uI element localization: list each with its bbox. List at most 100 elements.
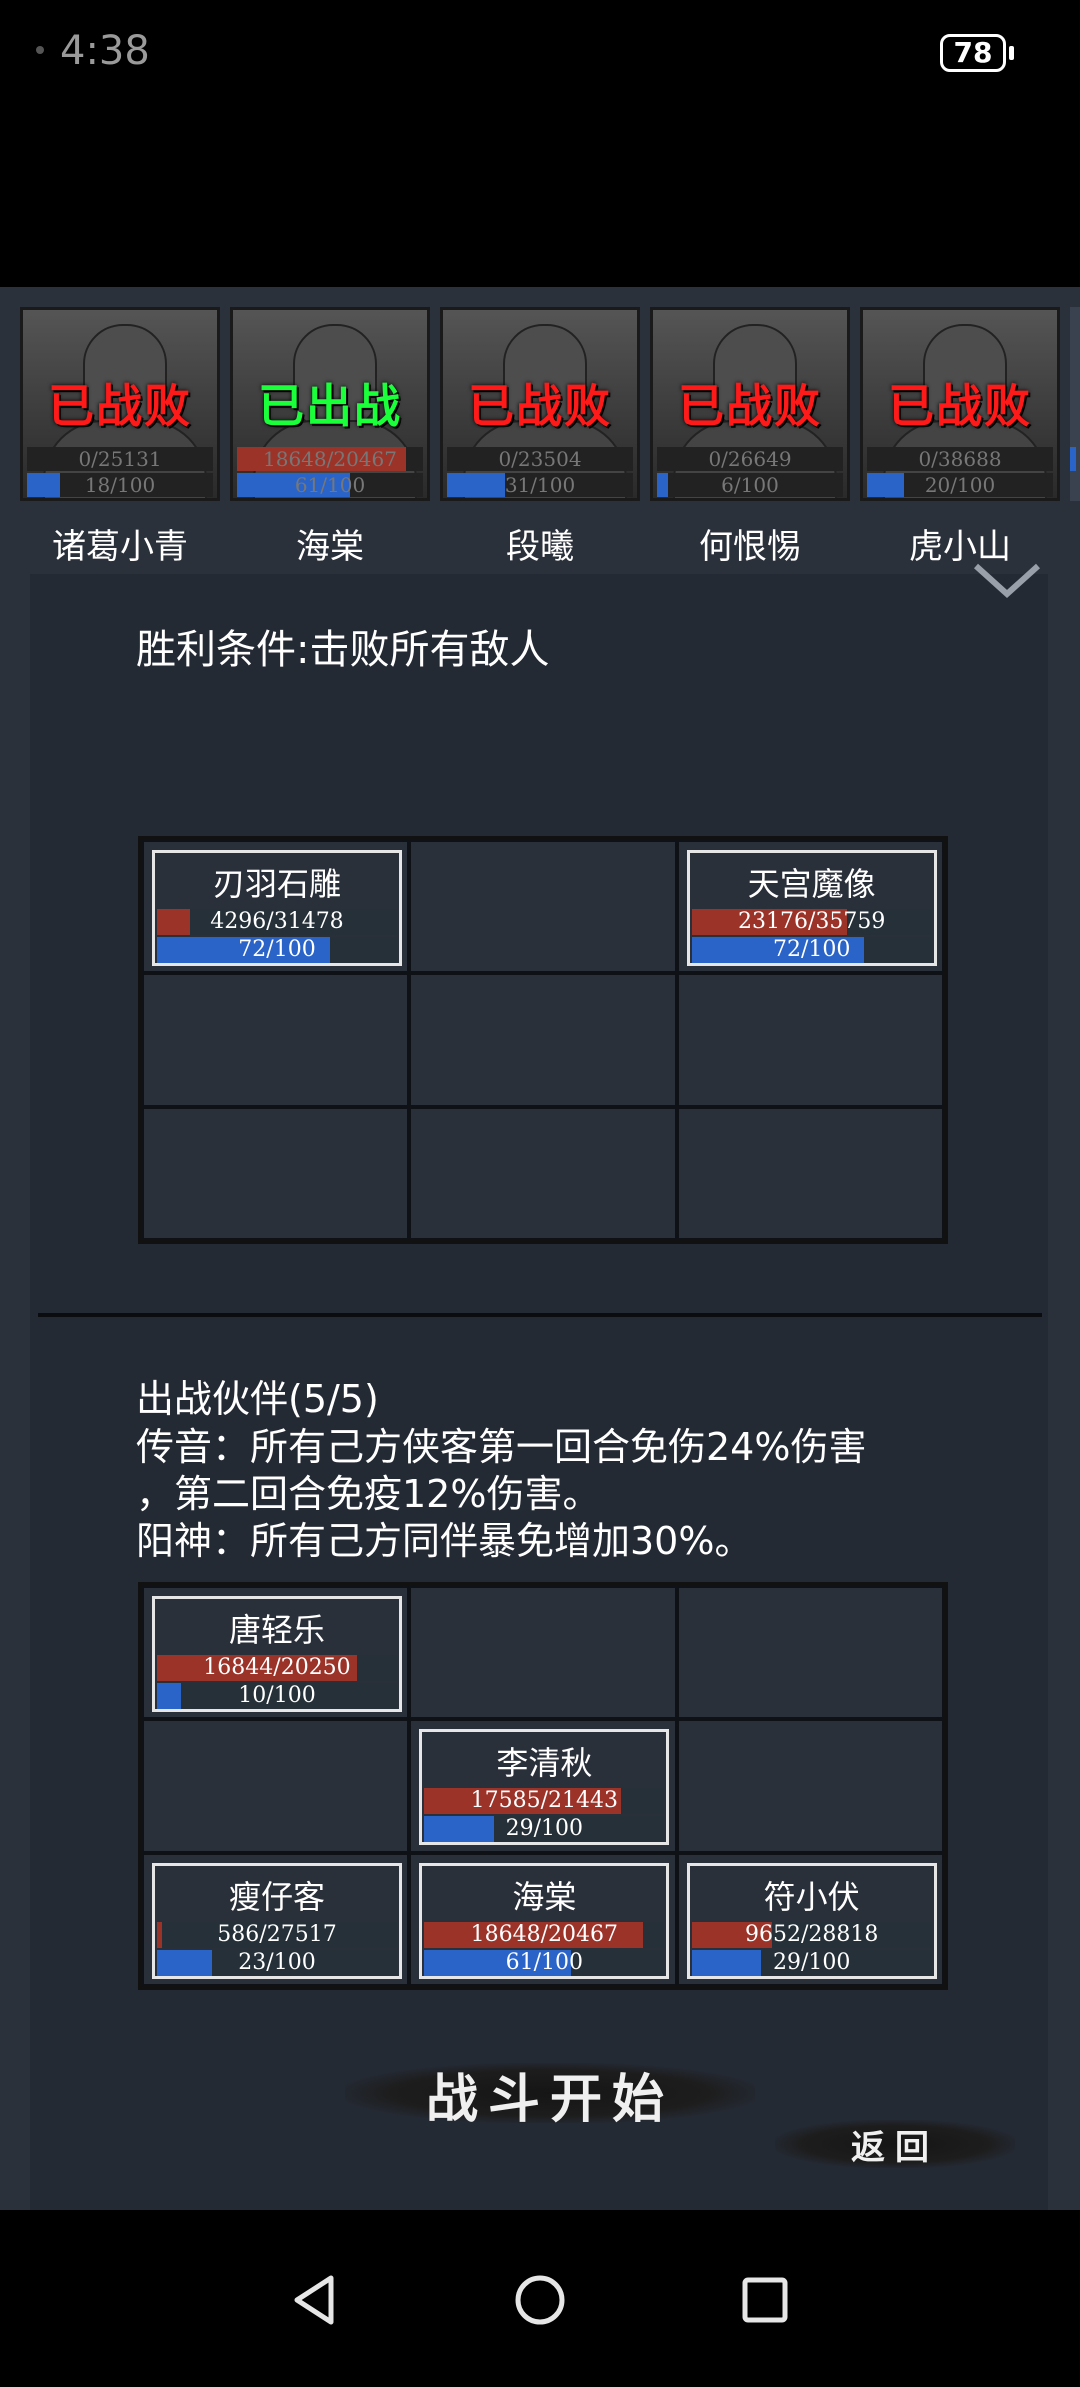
mp-label: 23/100 [238,1949,316,1975]
unit-mp-bar: 23/100 [157,1949,397,1976]
navigation-bar [0,2210,1080,2387]
buff-description: 传音：所有己方侠客第一回合免伤24%伤害 ，第二回合免疫12%伤害。 阳神：所有… [136,1424,1016,1565]
hp-label: 0/25131 [78,447,162,471]
enemy-slot[interactable] [409,1106,677,1240]
hero-portrait[interactable]: 已出战 18648/20467 61/100 [230,307,430,501]
hp-label: 4296/31478 [210,909,344,934]
hero-status: 已战败 [468,379,612,433]
ally-card[interactable]: 瘦仔客 586/27517 23/100 [152,1862,402,1979]
unit-mp-bar: 72/100 [691,937,932,963]
enemy-slot[interactable]: 天宫魔像 23176/35759 72/100 [676,840,944,974]
unit-name: 唐轻乐 [228,1611,325,1649]
hero-mp-bar: 20/100 [867,473,1053,497]
start-battle-button[interactable]: 战斗开始 [345,2051,755,2135]
hero-portrait[interactable]: 已战败 0/23504 31/100 [440,307,640,501]
back-label: 返回 [851,2128,939,2168]
status-bar: 4:38 78 [0,0,1080,110]
mp-label: 72/100 [772,937,851,962]
enemy-slot[interactable]: 刃羽石雕 4296/31478 72/100 [142,840,410,974]
hp-label: 18648/20467 [470,1921,619,1947]
roster-scroll-thumb[interactable] [1070,447,1076,471]
hero-portrait[interactable]: 已战败 0/25131 18/100 [20,307,220,501]
chevron-down-icon[interactable] [972,560,1042,600]
allies-title: 出战伙伴(5/5) [136,1377,379,1421]
hp-label: 586/27517 [217,1921,337,1947]
enemy-slot[interactable] [676,1106,944,1240]
ally-card[interactable]: 唐轻乐 16844/20250 10/100 [152,1596,402,1712]
ally-slot[interactable]: 海棠 18648/20467 61/100 [409,1852,677,1986]
enemy-slot[interactable] [142,1106,410,1240]
unit-mp-bar: 29/100 [691,1949,932,1976]
start-battle-label: 战斗开始 [425,2069,674,2130]
ally-slot[interactable] [676,1586,944,1720]
hero-mp-bar: 61/100 [237,473,423,497]
hp-label: 0/26649 [708,447,792,471]
ally-slot[interactable]: 唐轻乐 16844/20250 10/100 [142,1586,410,1720]
hero-status: 已战败 [48,379,192,433]
hp-label: 0/23504 [498,447,582,471]
enemy-card[interactable]: 天宫魔像 23176/35759 72/100 [686,850,937,966]
mp-label: 10/100 [238,1683,316,1708]
roster-hero[interactable]: 已战败 0/23504 31/100 段曦 [440,307,640,567]
hp-label: 0/38688 [918,447,1002,471]
hero-hp-bar: 0/26649 [657,447,843,471]
hero-mp-bar: 6/100 [657,473,843,497]
ally-slot[interactable] [409,1586,677,1720]
roster-hero[interactable]: 已战败 0/38688 20/100 虎小山 [860,307,1060,567]
hp-label: 23176/35759 [737,909,886,934]
hero-status: 已战败 [888,379,1032,433]
enemy-slot[interactable] [409,840,677,974]
unit-hp-bar: 23176/35759 [691,909,932,935]
unit-name: 符小伏 [763,1877,860,1916]
unit-name: 瘦仔客 [228,1877,325,1916]
ally-slot[interactable]: 李清秋 17585/21443 29/100 [409,1719,677,1853]
hero-mp-bar: 31/100 [447,473,633,497]
unit-name: 刃羽石雕 [212,865,341,903]
enemy-formation-grid: 刃羽石雕 4296/31478 72/100 天宫魔像 23176/35759 [138,836,948,1244]
ally-slot[interactable] [676,1719,944,1853]
buff-line: ，第二回合免疫12%伤害。 [136,1472,601,1516]
unit-hp-bar: 16844/20250 [157,1655,397,1681]
ally-card[interactable]: 符小伏 9652/28818 29/100 [686,1862,937,1979]
hero-roster: 已战败 0/25131 18/100 诸葛小青 已出战 18648/20467 … [0,287,1080,567]
unit-name: 天宫魔像 [747,865,876,903]
unit-hp-bar: 17585/21443 [424,1788,665,1815]
roster-hero[interactable]: 已出战 18648/20467 61/100 海棠 [230,307,430,567]
hero-name: 海棠 [296,527,364,567]
clock: 4:38 [60,28,150,74]
unit-mp-bar: 10/100 [157,1683,397,1709]
recents-nav-icon[interactable] [735,2270,795,2330]
mp-label: 31/100 [504,473,576,497]
unit-mp-bar: 29/100 [424,1816,665,1843]
enemy-slot[interactable] [409,973,677,1107]
hero-portrait[interactable]: 已战败 0/26649 6/100 [650,307,850,501]
mp-label: 61/100 [294,473,366,497]
back-button[interactable]: 返回 [775,2112,1015,2176]
ally-card[interactable]: 海棠 18648/20467 61/100 [419,1862,670,1979]
ally-card[interactable]: 李清秋 17585/21443 29/100 [419,1729,670,1846]
hero-portrait[interactable]: 已战败 0/38688 20/100 [860,307,1060,501]
hero-status: 已战败 [678,379,822,433]
section-divider [38,1313,1042,1317]
back-nav-icon[interactable] [285,2270,345,2330]
ally-slot[interactable] [142,1719,410,1853]
enemy-card[interactable]: 刃羽石雕 4296/31478 72/100 [152,850,402,966]
unit-hp-bar: 18648/20467 [424,1921,665,1948]
roster-hero[interactable]: 已战败 0/26649 6/100 何恨惕 [650,307,850,567]
mp-label: 61/100 [505,1949,584,1975]
mp-label: 20/100 [924,473,996,497]
unit-hp-bar: 4296/31478 [157,909,397,935]
mp-label: 6/100 [721,473,779,497]
hp-label: 17585/21443 [470,1788,619,1814]
ally-slot[interactable]: 瘦仔客 586/27517 23/100 [142,1852,410,1986]
unit-name: 海棠 [512,1877,577,1916]
home-nav-icon[interactable] [510,2270,570,2330]
roster-hero[interactable]: 已战败 0/25131 18/100 诸葛小青 [20,307,220,567]
enemy-slot[interactable] [142,973,410,1107]
hero-name: 诸葛小青 [52,527,188,567]
ally-slot[interactable]: 符小伏 9652/28818 29/100 [676,1852,944,1986]
hp-label: 18648/20467 [263,447,397,471]
hero-hp-bar: 0/23504 [447,447,633,471]
roster-scrollbar[interactable] [1070,307,1080,501]
enemy-slot[interactable] [676,973,944,1107]
